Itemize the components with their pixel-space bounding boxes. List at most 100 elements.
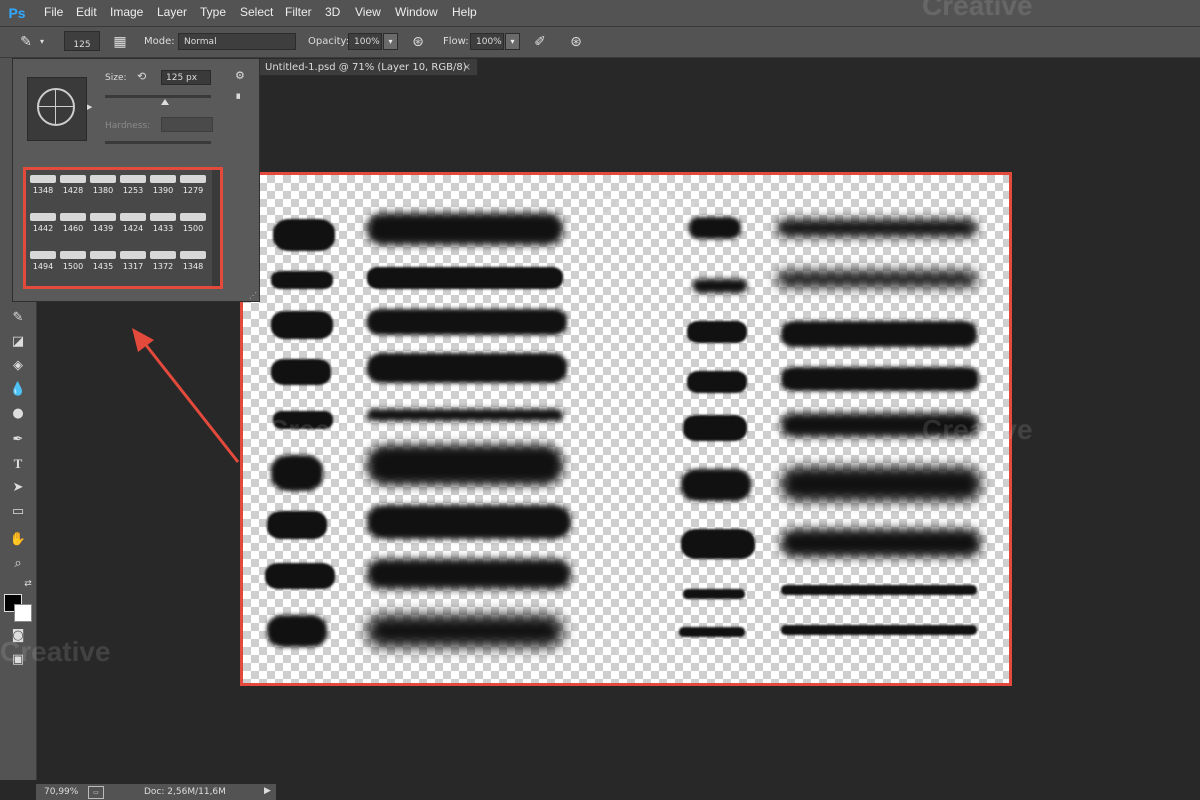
dodge-icon[interactable]: ● — [8, 404, 28, 424]
document-tab[interactable]: Untitled-1.psd @ 71% (Layer 10, RGB/8) × — [258, 58, 478, 76]
resize-grip-icon[interactable]: ⋰ — [249, 291, 257, 300]
brush-size-number: 1500 — [62, 262, 84, 271]
brush-preset[interactable]: 1279 — [178, 172, 208, 202]
hardness-slider[interactable] — [105, 141, 211, 144]
hardness-input[interactable] — [161, 117, 213, 132]
zoom-icon[interactable]: ⌕ — [8, 554, 28, 574]
menu-filter[interactable]: Filter — [285, 5, 312, 19]
swap-colors-icon[interactable]: ⇄ — [18, 574, 38, 594]
brush-stroke — [777, 219, 977, 237]
brush-size-number: 1433 — [152, 224, 174, 233]
opacity-dropdown-button[interactable]: ▾ — [383, 33, 398, 50]
pen-icon[interactable]: ✒ — [8, 430, 28, 450]
menu-3d[interactable]: 3D — [325, 5, 340, 19]
menu-edit[interactable]: Edit — [76, 5, 97, 19]
size-slider[interactable] — [105, 95, 211, 98]
brush-tool-icon[interactable]: ✎ — [16, 32, 36, 52]
flow-dropdown-button[interactable]: ▾ — [505, 33, 520, 50]
brush-preset[interactable]: 1428 — [58, 172, 88, 202]
menu-image[interactable]: Image — [110, 5, 143, 19]
new-preset-icon[interactable]: ▝ — [233, 95, 240, 105]
reset-size-icon[interactable]: ⟲ — [137, 70, 146, 83]
path-selection-icon[interactable]: ➤ — [8, 478, 28, 498]
menu-view[interactable]: View — [355, 5, 381, 19]
hand-icon[interactable]: ✋ — [8, 530, 28, 550]
rectangle-icon[interactable]: ▭ — [8, 502, 28, 522]
brush-preset[interactable]: 1390 — [148, 172, 178, 202]
brush-preset[interactable]: 1435 — [88, 248, 118, 278]
brush-stroke — [367, 267, 563, 289]
brush-tip-preview — [27, 77, 87, 141]
background-color-swatch[interactable] — [14, 604, 32, 622]
paint-bucket-icon[interactable]: ◈ — [8, 356, 28, 376]
brush-stroke — [781, 585, 977, 595]
brush-panel-toggle-icon[interactable]: ▦ — [110, 32, 130, 52]
size-input[interactable]: 125 px — [161, 70, 211, 85]
brush-stroke-thumbnail — [150, 213, 176, 221]
gear-icon[interactable]: ⚙ — [235, 69, 245, 82]
brush-size-number: 1494 — [32, 262, 54, 271]
photoshop-logo: Ps — [8, 5, 26, 21]
brush-stroke — [781, 529, 981, 557]
menu-help[interactable]: Help — [452, 5, 477, 19]
share-icon[interactable]: ▭ — [88, 786, 104, 799]
brush-stroke-thumbnail — [180, 175, 206, 183]
brush-stroke — [681, 469, 751, 501]
flow-input[interactable]: 100% — [470, 33, 504, 50]
brush-preset[interactable]: 1500 — [58, 248, 88, 278]
annotation-arrow — [132, 328, 240, 463]
status-bar: 70,99% ▭ Doc: 2,56M/11,6M ▶ — [36, 784, 276, 800]
brush-preset[interactable]: 1253 — [118, 172, 148, 202]
pressure-opacity-icon[interactable]: ⊛ — [408, 32, 428, 52]
menu-window[interactable]: Window — [395, 5, 438, 19]
brush-preset[interactable]: 1460 — [58, 210, 88, 240]
brush-preset[interactable]: 1372 — [148, 248, 178, 278]
zoom-level[interactable]: 70,99% — [44, 787, 78, 797]
brush-stroke — [781, 321, 977, 347]
brush-stroke — [781, 467, 981, 501]
brush-size-preset[interactable]: 125 — [64, 31, 100, 51]
brush-size-number: 1279 — [182, 186, 204, 195]
history-brush-icon[interactable]: ✎ — [8, 308, 28, 328]
brush-size-number: 1390 — [152, 186, 174, 195]
size-slider-thumb[interactable] — [161, 99, 169, 105]
brush-preset[interactable]: 1380 — [88, 172, 118, 202]
brush-stroke — [367, 409, 563, 421]
pressure-size-icon[interactable]: ⊛ — [566, 32, 586, 52]
document-title: Untitled-1.psd @ 71% (Layer 10, RGB/8) — [265, 62, 467, 73]
brush-size-number: 1442 — [32, 224, 54, 233]
brush-preset[interactable]: 1433 — [148, 210, 178, 240]
brush-preset[interactable]: 1439 — [88, 210, 118, 240]
brush-preset[interactable]: 1348 — [28, 172, 58, 202]
brush-preset[interactable]: 1317 — [118, 248, 148, 278]
menu-select[interactable]: Select — [240, 5, 273, 19]
type-icon[interactable]: T — [8, 454, 28, 474]
brush-stroke — [367, 615, 563, 647]
opacity-input[interactable]: 100% — [348, 33, 382, 50]
menu-type[interactable]: Type — [200, 5, 226, 19]
menu-layer[interactable]: Layer — [157, 5, 187, 19]
brush-preset[interactable]: 1442 — [28, 210, 58, 240]
watermark-text: Creative — [594, 190, 705, 221]
scrollbar[interactable] — [212, 170, 220, 286]
eraser-icon[interactable]: ◪ — [8, 332, 28, 352]
blur-icon[interactable]: 💧 — [8, 380, 28, 400]
brush-size-number: 1317 — [122, 262, 144, 271]
brush-preset[interactable]: 1348 — [178, 248, 208, 278]
brush-stroke — [781, 367, 979, 391]
brush-stroke-thumbnail — [90, 175, 116, 183]
brush-stroke — [681, 529, 755, 559]
brush-stroke-thumbnail — [60, 251, 86, 259]
chevron-down-icon[interactable]: ▾ — [36, 32, 48, 52]
brush-preset[interactable]: 1500 — [178, 210, 208, 240]
airbrush-icon[interactable]: ✐ — [530, 32, 550, 52]
brush-stroke — [271, 455, 323, 491]
status-menu-icon[interactable]: ▶ — [264, 786, 271, 796]
brush-preset[interactable]: 1494 — [28, 248, 58, 278]
brush-stroke — [367, 445, 563, 485]
mode-select[interactable]: Normal — [178, 33, 296, 50]
menu-file[interactable]: File — [44, 5, 63, 19]
brush-preset[interactable]: 1424 — [118, 210, 148, 240]
close-icon[interactable]: × — [463, 59, 471, 77]
brush-size-number: 1460 — [62, 224, 84, 233]
